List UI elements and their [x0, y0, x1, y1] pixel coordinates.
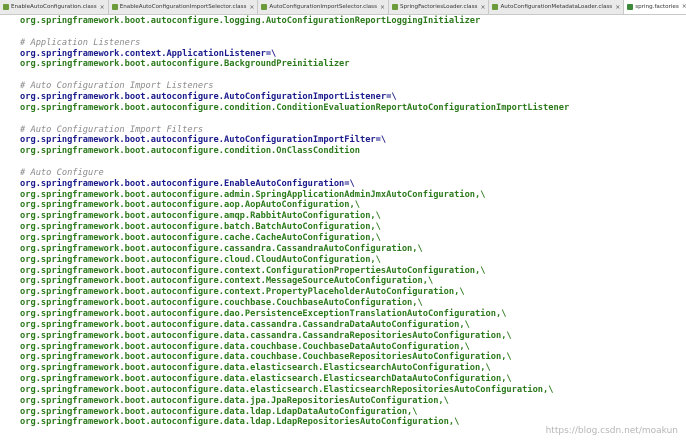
close-icon[interactable]: × [682, 3, 686, 10]
tab-4[interactable]: AutoConfigurationMetadataLoader.class × [489, 0, 625, 14]
property-value-line: org.springframework.boot.autoconfigure.l… [20, 16, 481, 26]
watermark: https://blog.csdn.net/moakun [545, 426, 678, 436]
property-value-line: org.springframework.boot.autoconfigure.d… [20, 341, 470, 352]
comment-line: # Auto Configuration Import Filters [20, 124, 204, 135]
property-value-line: org.springframework.boot.autoconfigure.c… [20, 102, 570, 113]
property-value-line: org.springframework.boot.autoconfigure.a… [20, 200, 360, 211]
tab-3[interactable]: SpringFactoriesLoader.class × [389, 0, 490, 14]
property-value-line: org.springframework.boot.autoconfigure.d… [20, 417, 460, 428]
tab-label: AutoConfigurationMetadataLoader.class [500, 4, 613, 10]
class-file-icon [492, 4, 499, 10]
close-icon[interactable]: × [615, 4, 620, 11]
property-value-line: org.springframework.boot.autoconfigure.d… [20, 406, 418, 417]
property-value-line: org.springframework.boot.autoconfigure.d… [20, 308, 507, 319]
comment-line: # Auto Configuration Import Listeners [20, 81, 214, 92]
class-file-icon [3, 4, 9, 10]
property-key-line: org.springframework.boot.autoconfigure.E… [20, 178, 355, 189]
property-value-line: org.springframework.boot.autoconfigure.d… [20, 384, 554, 395]
close-icon[interactable]: × [480, 4, 485, 11]
tab-5[interactable]: spring.factories× [624, 0, 686, 14]
tab-label: spring.factories [635, 3, 679, 10]
property-value-line: org.springframework.boot.autoconfigure.d… [20, 330, 512, 341]
code-editor[interactable]: org.springframework.boot.autoconfigure.l… [0, 15, 686, 443]
close-icon[interactable]: × [100, 4, 105, 11]
tab-label: SpringFactoriesLoader.class [400, 4, 478, 10]
comment-line: # Auto Configure [20, 167, 104, 178]
class-file-icon [392, 4, 399, 10]
class-file-icon [261, 4, 268, 10]
tab-label: EnableAutoConfigurationImportSelector.cl… [119, 4, 247, 10]
property-value-line: org.springframework.boot.autoconfigure.a… [20, 189, 486, 200]
comment-line: # Application Listeners [20, 37, 141, 48]
editor-tab-bar: EnableAutoConfiguration.class × EnableAuto… [0, 0, 686, 15]
property-value-line: org.springframework.boot.autoconfigure.c… [20, 287, 465, 298]
tab-label: EnableAutoConfiguration.class [11, 4, 97, 10]
tab-label: AutoConfigurationImportSelector.class [269, 4, 378, 10]
property-value-line: org.springframework.boot.autoconfigure.c… [20, 146, 360, 157]
property-value-line: org.springframework.boot.autoconfigure.c… [20, 265, 486, 276]
tab-0[interactable]: EnableAutoConfiguration.class × [0, 0, 109, 14]
property-value-line: org.springframework.boot.autoconfigure.c… [20, 298, 423, 309]
property-value-line: org.springframework.boot.autoconfigure.c… [20, 276, 434, 287]
tab-2[interactable]: AutoConfigurationImportSelector.class × [258, 0, 390, 14]
property-value-line: org.springframework.boot.autoconfigure.c… [20, 233, 381, 243]
property-key-line: org.springframework.context.ApplicationL… [20, 48, 277, 59]
property-value-line: org.springframework.boot.autoconfigure.d… [20, 319, 470, 330]
property-value-line: org.springframework.boot.autoconfigure.b… [20, 222, 381, 233]
property-value-line: org.springframework.boot.autoconfigure.d… [20, 363, 491, 374]
property-key-line: org.springframework.boot.autoconfigure.A… [20, 135, 387, 146]
tab-1[interactable]: EnableAutoConfigurationImportSelector.cl… [108, 0, 259, 14]
property-value-line: org.springframework.boot.autoconfigure.a… [20, 211, 381, 222]
close-icon[interactable]: × [249, 4, 254, 11]
property-value-line: org.springframework.boot.autoconfigure.d… [20, 352, 512, 363]
close-icon[interactable]: × [380, 4, 385, 11]
property-value-line: org.springframework.boot.autoconfigure.B… [20, 59, 350, 70]
property-value-line: org.springframework.boot.autoconfigure.c… [20, 243, 423, 254]
class-file-icon [111, 4, 118, 10]
property-value-line: org.springframework.boot.autoconfigure.d… [20, 395, 449, 406]
property-value-line: org.springframework.boot.autoconfigure.c… [20, 254, 381, 265]
property-key-line: org.springframework.boot.autoconfigure.A… [20, 91, 397, 102]
properties-file-icon [627, 3, 634, 10]
property-value-line: org.springframework.boot.autoconfigure.d… [20, 374, 512, 385]
